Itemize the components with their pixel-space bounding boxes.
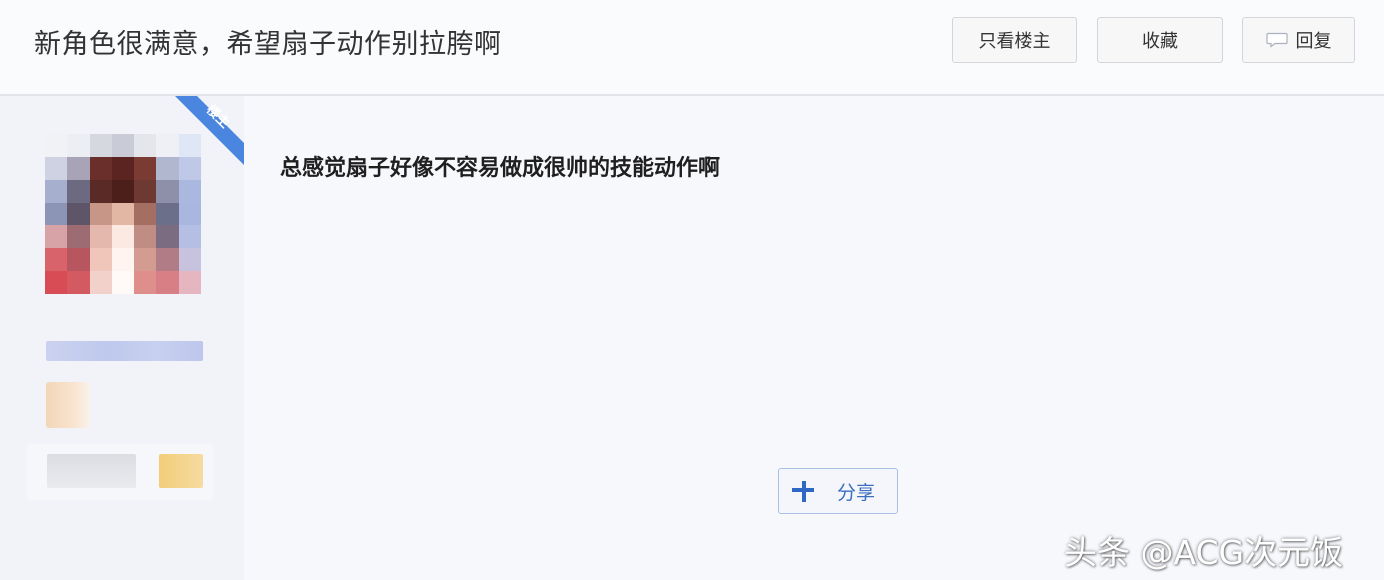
user-level-box [27, 444, 213, 500]
avatar-pixel [89, 271, 112, 294]
user-badge-blurred [46, 382, 90, 428]
thread-title: 新角色很满意，希望扇子动作别拉胯啊 [34, 29, 502, 60]
avatar-pixel [134, 225, 157, 249]
share-button[interactable]: 分享 [778, 468, 898, 514]
avatar-pixel [134, 248, 157, 272]
avatar-pixel [67, 225, 90, 249]
avatar-pixel [45, 225, 68, 249]
avatar-pixel [45, 202, 68, 226]
post-area: 楼主 总感觉扇子好像不容易做成很帅的技能动作啊 分享 [0, 96, 1384, 580]
avatar-pixel [45, 179, 68, 203]
avatar-pixel [45, 134, 68, 157]
avatar-pixel [89, 202, 112, 226]
avatar-pixel [156, 225, 179, 249]
avatar-pixel [89, 248, 112, 272]
avatar-pixel [134, 179, 157, 203]
post-content: 总感觉扇子好像不容易做成很帅的技能动作啊 [280, 156, 721, 181]
avatar-pixel [45, 248, 68, 272]
avatar-pixel [111, 248, 135, 272]
avatar-pixel [134, 202, 157, 226]
avatar-pixel [67, 156, 90, 180]
avatar-pixel [45, 156, 68, 180]
plus-share-icon [792, 481, 814, 502]
avatar-pixel [156, 271, 179, 294]
level-icon-blurred [159, 454, 203, 488]
avatar-pixel [178, 202, 201, 226]
avatar-pixel [134, 134, 157, 157]
favorite-button[interactable]: 收藏 [1097, 17, 1223, 63]
avatar-pixel [156, 202, 179, 226]
avatar-pixel [111, 225, 135, 249]
reply-button[interactable]: 回复 [1242, 17, 1355, 63]
avatar-pixel [111, 179, 135, 203]
avatar-pixel [111, 156, 135, 180]
avatar-pixel [134, 271, 157, 294]
avatar-pixel [111, 134, 135, 157]
reply-button-label: 回复 [1295, 31, 1332, 52]
avatar-pixel [89, 179, 112, 203]
avatar-pixel [67, 202, 90, 226]
avatar-pixel [156, 248, 179, 272]
watermark: 头条 @ACG次元饭 [1064, 533, 1344, 572]
avatar-pixel [178, 271, 201, 294]
avatar-pixel [178, 248, 201, 272]
avatar-pixel [156, 179, 179, 203]
avatar-pixel [89, 225, 112, 249]
avatar-pixel [67, 271, 90, 294]
avatar-pixel [156, 156, 179, 180]
level-name-blurred [47, 454, 136, 488]
avatar-pixel [111, 271, 135, 294]
avatar-pixel [178, 156, 201, 180]
avatar-pixel [178, 179, 201, 203]
username-blurred[interactable] [46, 341, 203, 361]
avatar-pixel [156, 134, 179, 157]
comment-bubble-icon [1265, 32, 1288, 48]
avatar-pixel [111, 202, 135, 226]
only-op-button[interactable]: 只看楼主 [952, 17, 1077, 63]
avatar-pixel [45, 271, 68, 294]
thread-header: 新角色很满意，希望扇子动作别拉胯啊 只看楼主 收藏 回复 [0, 0, 1384, 96]
share-label: 分享 [837, 481, 876, 504]
author-column: 楼主 [0, 96, 244, 580]
avatar-pixel [67, 134, 90, 157]
avatar-pixel [89, 156, 112, 180]
avatar-pixel [89, 134, 112, 157]
avatar-pixel [67, 179, 90, 203]
avatar-pixel [178, 225, 201, 249]
avatar[interactable] [45, 134, 201, 294]
avatar-pixel [134, 156, 157, 180]
avatar-pixel [178, 134, 201, 157]
avatar-pixel [67, 248, 90, 272]
